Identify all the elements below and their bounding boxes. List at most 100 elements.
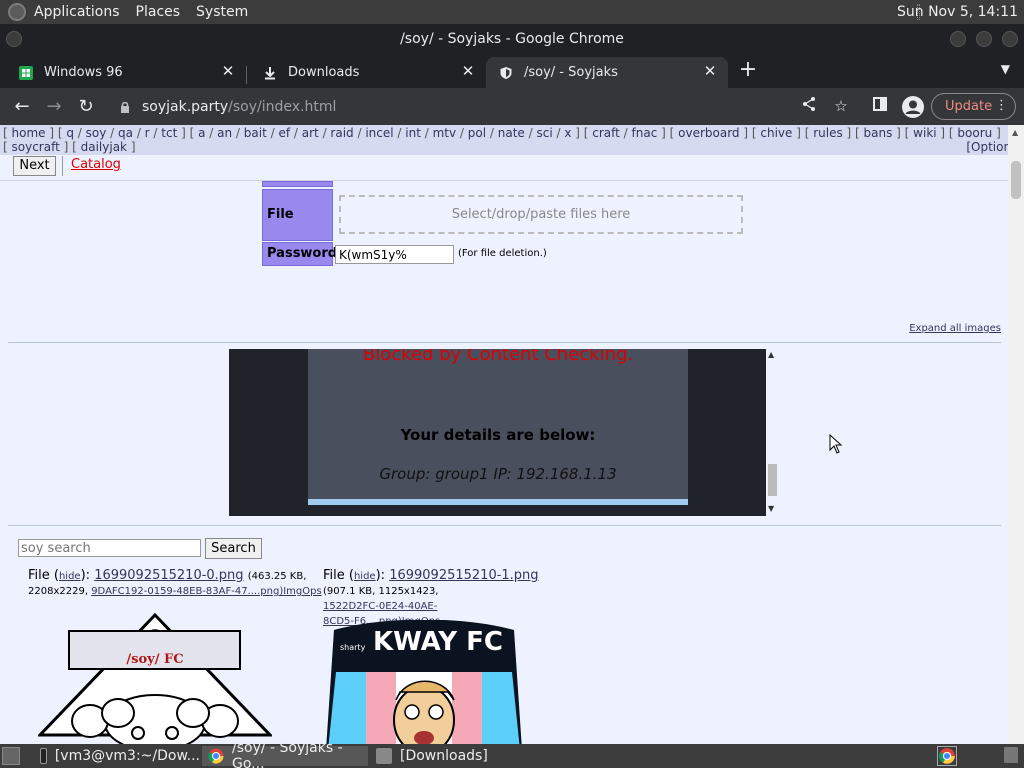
board-link-ef[interactable]: ef xyxy=(278,126,290,140)
file-label: File xyxy=(262,189,333,241)
expand-all-images-link[interactable]: Expand all images xyxy=(909,323,1001,334)
tab-label: Windows 96 xyxy=(44,65,123,80)
board-list: [ home ] [ q / soy / qa / r / tct ] [ a … xyxy=(0,125,1008,155)
board-link-q[interactable]: q xyxy=(66,126,74,140)
post-image-kway-fc[interactable]: KWAY FC sharty xyxy=(326,619,522,744)
post-image-soy-fc[interactable]: /soy/ FC xyxy=(36,612,274,744)
board-link-wiki[interactable]: wiki xyxy=(913,126,936,140)
board-link-booru[interactable]: booru xyxy=(957,126,992,140)
board-link-craft[interactable]: craft xyxy=(592,126,620,140)
hide-link[interactable]: hide xyxy=(354,571,376,582)
board-link-dailyjak[interactable]: dailyjak xyxy=(81,140,127,154)
windows96-icon xyxy=(18,65,34,81)
board-link-sci[interactable]: sci xyxy=(536,126,552,140)
maximize-icon[interactable] xyxy=(976,31,992,47)
board-link-art[interactable]: art xyxy=(302,126,319,140)
scroll-thumb[interactable] xyxy=(768,464,777,496)
close-window-icon[interactable] xyxy=(1002,31,1018,47)
scroll-down-icon[interactable]: ▼ xyxy=(768,504,774,513)
board-link-qa[interactable]: qa xyxy=(118,126,133,140)
back-icon[interactable]: ← xyxy=(10,95,34,119)
search-button[interactable]: Search xyxy=(205,538,262,559)
tab-windows96[interactable]: Windows 96 ✕ xyxy=(0,57,246,88)
trash-icon[interactable] xyxy=(1004,747,1018,763)
scroll-thumb[interactable] xyxy=(1011,161,1021,199)
clock[interactable]: Sun Nov 5, 14:11 xyxy=(897,4,1018,20)
tab-soyjaks[interactable]: /soy/ - Soyjaks ✕ xyxy=(486,57,728,88)
lock-icon[interactable] xyxy=(120,101,132,113)
board-link-rules[interactable]: rules xyxy=(813,126,843,140)
original-filename-link[interactable]: 1522D2FC-0E24-40AE- xyxy=(323,601,437,612)
crest-small-label: sharty xyxy=(340,643,366,652)
scroll-up-icon[interactable]: ▲ xyxy=(1012,128,1018,137)
board-link-tct[interactable]: tct xyxy=(161,126,177,140)
password-field[interactable] xyxy=(335,245,454,264)
terminal-icon xyxy=(40,748,47,764)
chrome-tray-icon[interactable] xyxy=(937,746,957,766)
window-title-bar[interactable]: /soy/ - Soyjaks - Google Chrome xyxy=(0,24,1024,54)
board-link-nate[interactable]: nate xyxy=(498,126,525,140)
profile-avatar-icon[interactable] xyxy=(902,96,924,118)
forward-icon[interactable]: → xyxy=(42,95,66,119)
menu-system[interactable]: System xyxy=(196,4,248,20)
original-filename-link[interactable]: 9DAFC192-0159-48EB-83AF-47....png) xyxy=(91,586,283,597)
address-bar[interactable]: soyjak.party/soy/index.html xyxy=(110,92,860,121)
blocked-title: Blocked by Content Checking. xyxy=(362,349,634,365)
window-menu-icon[interactable] xyxy=(6,31,22,47)
board-link-bans[interactable]: bans xyxy=(864,126,893,140)
gnome-foot-icon[interactable] xyxy=(8,3,26,21)
task-chrome[interactable]: /soy/ - Soyjaks - Go... xyxy=(202,740,368,768)
file-size: (463.25 KB, xyxy=(247,571,307,582)
page-scrollbar[interactable]: ▲ xyxy=(1008,125,1024,744)
board-link-mtv[interactable]: mtv xyxy=(433,126,457,140)
new-tab-icon[interactable]: + xyxy=(738,59,758,81)
file-link[interactable]: 1699092515210-1.png xyxy=(389,568,538,583)
menu-places[interactable]: Places xyxy=(136,4,181,20)
board-link-an[interactable]: an xyxy=(217,126,232,140)
share-icon[interactable] xyxy=(799,96,819,116)
board-link-chive[interactable]: chive xyxy=(760,126,792,140)
tab-downloads[interactable]: Downloads ✕ xyxy=(246,57,486,88)
board-link-raid[interactable]: raid xyxy=(330,126,353,140)
chrome-icon xyxy=(208,748,224,764)
next-button[interactable]: Next xyxy=(13,156,56,176)
scroll-up-icon[interactable]: ▲ xyxy=(768,350,774,359)
hide-link[interactable]: hide xyxy=(59,571,81,582)
board-link-soy[interactable]: soy xyxy=(86,126,107,140)
close-tab-icon[interactable]: ✕ xyxy=(702,63,718,79)
board-link-overboard[interactable]: overboard xyxy=(678,126,739,140)
download-icon xyxy=(262,65,278,81)
board-link-home[interactable]: home xyxy=(12,126,46,140)
search-input[interactable] xyxy=(18,539,201,557)
task-terminal[interactable]: [vm3@vm3:~/Dow... xyxy=(34,746,200,766)
soyjak-shield-icon xyxy=(498,65,514,81)
update-button[interactable]: Update ⋮ xyxy=(931,93,1016,120)
close-tab-icon[interactable]: ✕ xyxy=(220,63,236,79)
divider xyxy=(8,342,1001,343)
close-tab-icon[interactable]: ✕ xyxy=(460,63,476,79)
board-link-soycraft[interactable]: soycraft xyxy=(12,140,60,154)
menu-applications[interactable]: Applications xyxy=(34,4,120,20)
board-link-pol[interactable]: pol xyxy=(468,126,486,140)
embedded-frame[interactable]: Blocked by Content Checking. Your detail… xyxy=(229,349,766,516)
file-link[interactable]: 1699092515210-0.png xyxy=(94,568,243,583)
reload-icon[interactable]: ↻ xyxy=(74,95,98,119)
show-desktop-icon[interactable] xyxy=(2,747,20,765)
task-downloads[interactable]: [Downloads] xyxy=(370,746,530,766)
catalog-link[interactable]: Catalog xyxy=(71,157,121,172)
bookmark-star-icon[interactable]: ☆ xyxy=(831,96,851,116)
embed-scrollbar[interactable]: ▲ ▼ xyxy=(766,349,780,516)
side-panel-icon[interactable] xyxy=(870,96,890,116)
file-drop-zone[interactable]: Select/drop/paste files here xyxy=(339,195,743,234)
details-line: Group: group1 IP: 192.168.1.13 xyxy=(379,465,617,483)
board-link-bait[interactable]: bait xyxy=(244,126,267,140)
page-navigation: Next Catalog xyxy=(0,155,1008,181)
board-link-incel[interactable]: incel xyxy=(365,126,393,140)
imgops-link[interactable]: ImgOps xyxy=(283,586,321,597)
board-link-fnac[interactable]: fnac xyxy=(632,126,658,140)
minimize-icon[interactable] xyxy=(950,31,966,47)
tab-search-chevron-icon[interactable]: ▼ xyxy=(1001,62,1010,76)
board-link-int[interactable]: int xyxy=(405,126,421,140)
more-menu-icon[interactable]: ⋮ xyxy=(995,98,1008,113)
top-panel: Applications Places System Sun Nov 5, 14… xyxy=(0,0,1024,24)
